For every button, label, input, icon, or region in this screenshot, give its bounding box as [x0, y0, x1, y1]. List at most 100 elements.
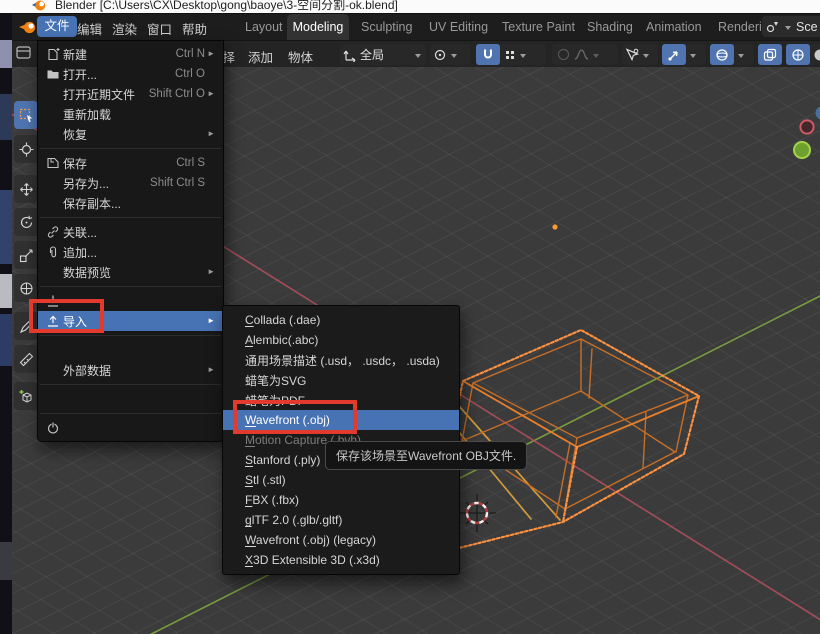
- snapping-controls[interactable]: [476, 44, 546, 65]
- tool-move[interactable]: [14, 175, 38, 203]
- file-menu-item-external-data[interactable]: [38, 340, 223, 360]
- viewport-shading-group[interactable]: [786, 44, 820, 65]
- submenu-item-usd[interactable]: 通用场景描述 (.usd， .usdc， .usda): [223, 350, 459, 370]
- submenu-item-x3d[interactable]: X3D Extensible 3D (.x3d): [223, 550, 459, 570]
- file-menu-item-clean-up[interactable]: 外部数据►: [38, 360, 223, 380]
- file-menu: 新建Ctrl N► 打开...Ctrl O 打开近期文件Shift Ctrl O…: [37, 40, 224, 442]
- gizmo-z-ball[interactable]: [816, 107, 820, 120]
- tool-cursor[interactable]: [14, 135, 38, 163]
- menu-add[interactable]: 添加: [248, 47, 273, 66]
- tool-measure[interactable]: [14, 345, 38, 373]
- tab-animation[interactable]: Animation: [646, 20, 702, 34]
- tooltip: 保存该场景至Wavefront OBJ文件.: [325, 441, 527, 470]
- file-menu-item-reload[interactable]: 重新加载: [38, 104, 223, 124]
- background-desktop-strip: [0, 14, 12, 634]
- append-paperclip-icon: [46, 245, 63, 259]
- scene-icon: [766, 20, 780, 33]
- submenu-item-gpencil-svg[interactable]: 蜡笔为SVG: [223, 370, 459, 390]
- shading-wireframe-icon[interactable]: [786, 44, 810, 65]
- proportional-circle-icon[interactable]: [558, 49, 569, 60]
- proportional-editing-controls[interactable]: [552, 44, 618, 65]
- desktop-blob: [0, 314, 12, 366]
- menu-window[interactable]: 窗口: [147, 19, 172, 38]
- file-menu-item-recover[interactable]: 恢复►: [38, 124, 223, 144]
- file-menu-item-save[interactable]: 保存Ctrl S: [38, 153, 223, 173]
- link-icon: [46, 225, 63, 239]
- file-menu-item-open[interactable]: 打开...Ctrl O: [38, 64, 223, 84]
- tool-select-box[interactable]: [14, 101, 38, 129]
- shading-solid-icon[interactable]: [810, 48, 820, 62]
- scene-selector[interactable]: Sce: [762, 16, 820, 37]
- transform-orientation-dropdown[interactable]: 全局: [340, 44, 426, 65]
- tool-scale[interactable]: [14, 241, 38, 269]
- submenu-item-stl[interactable]: Stl (.stl): [223, 470, 459, 490]
- gizmo-arrow-icon[interactable]: [662, 44, 686, 65]
- chevron-down-icon: [785, 26, 791, 33]
- submenu-item-alembic[interactable]: Alembic(.abc): [223, 330, 459, 350]
- submenu-item-fbx[interactable]: FBX (.fbx): [223, 490, 459, 510]
- overlays-sphere-icon[interactable]: [710, 44, 734, 65]
- tab-layout[interactable]: Layout: [245, 20, 283, 34]
- xray-icon: [763, 48, 777, 62]
- tool-transform[interactable]: [14, 274, 38, 302]
- chevron-down-icon: [593, 54, 599, 61]
- chevron-down-icon: [738, 54, 744, 61]
- pivot-point-dropdown[interactable]: [430, 44, 470, 65]
- tab-rendering[interactable]: Renderi: [718, 20, 762, 34]
- menu-file[interactable]: 文件: [37, 16, 77, 37]
- menu-help[interactable]: 帮助: [182, 19, 207, 38]
- file-menu-item-append[interactable]: 追加...: [38, 242, 223, 262]
- desktop-blob: [0, 274, 12, 308]
- title-bar[interactable]: Blender [C:\Users\CX\Desktop\gong\baoye\…: [0, 0, 820, 14]
- tab-shading[interactable]: Shading: [587, 20, 633, 34]
- gizmo-toggle-group[interactable]: [662, 44, 706, 65]
- export-submenu: Collada (.dae) Alembic(.abc) 通用场景描述 (.us…: [222, 305, 460, 575]
- file-menu-item-defaults[interactable]: [38, 389, 223, 409]
- show-gizmo-dropdown[interactable]: [622, 44, 658, 65]
- scene-name: Sce: [796, 20, 818, 34]
- tool-add-cube[interactable]: [14, 382, 38, 410]
- menu-render[interactable]: 渲染: [112, 19, 137, 38]
- new-file-icon: [46, 47, 63, 61]
- desktop-blob: [0, 40, 12, 68]
- tab-texture-paint[interactable]: Texture Paint: [502, 20, 575, 34]
- app-menu-blender-logo-icon[interactable]: [18, 19, 36, 35]
- snap-magnet-icon[interactable]: [476, 44, 500, 65]
- object-origin-dot: [552, 224, 557, 229]
- menu-edit[interactable]: 编辑: [77, 19, 102, 38]
- overlays-toggle-group[interactable]: [710, 44, 754, 65]
- file-menu-item-quit[interactable]: [38, 418, 223, 438]
- file-menu-item-new[interactable]: 新建Ctrl N►: [38, 44, 223, 64]
- annotation-box-wavefront-obj: [233, 400, 357, 434]
- chevron-down-icon: [520, 54, 526, 61]
- tool-rotate[interactable]: [14, 208, 38, 236]
- file-menu-item-save-copy[interactable]: 保存副本...: [38, 193, 223, 213]
- blender-window: Blender [C:\Users\CX\Desktop\gong\baoye\…: [0, 0, 820, 634]
- xray-toggle[interactable]: [758, 44, 782, 65]
- file-menu-item-open-recent[interactable]: 打开近期文件Shift Ctrl O►: [38, 84, 223, 104]
- snap-target-dots-icon: [506, 51, 509, 54]
- submenu-item-wavefront-obj-legacy[interactable]: Wavefront (.obj) (legacy): [223, 530, 459, 550]
- chevron-down-icon: [415, 54, 421, 61]
- tab-sculpting[interactable]: Sculpting: [361, 20, 412, 34]
- submenu-item-gltf[interactable]: glTF 2.0 (.glb/.gltf): [223, 510, 459, 530]
- chevron-down-icon: [643, 54, 649, 61]
- submenu-item-collada[interactable]: Collada (.dae): [223, 310, 459, 330]
- editor-type-icon[interactable]: [16, 46, 32, 60]
- file-menu-item-link[interactable]: 关联...: [38, 222, 223, 242]
- orientation-value: 全局: [360, 46, 384, 63]
- file-menu-item-data-preview[interactable]: 数据预览►: [38, 262, 223, 282]
- menu-separator: [40, 286, 221, 287]
- tab-modeling[interactable]: Modeling: [287, 14, 349, 40]
- menu-separator: [40, 413, 221, 414]
- quit-power-icon: [46, 421, 63, 435]
- pivot-point-icon: [433, 48, 447, 62]
- nav-gizmo-axis-balls[interactable]: [794, 107, 820, 159]
- orientation-axes-icon: [343, 48, 358, 62]
- falloff-curve-icon: [574, 48, 589, 61]
- menu-object[interactable]: 物体: [288, 47, 313, 66]
- gizmo-x-ball[interactable]: [800, 120, 813, 133]
- tab-uv-editing[interactable]: UV Editing: [429, 20, 488, 34]
- gizmo-y-ball[interactable]: [794, 142, 810, 158]
- file-menu-item-save-as[interactable]: 另存为...Shift Ctrl S: [38, 173, 223, 193]
